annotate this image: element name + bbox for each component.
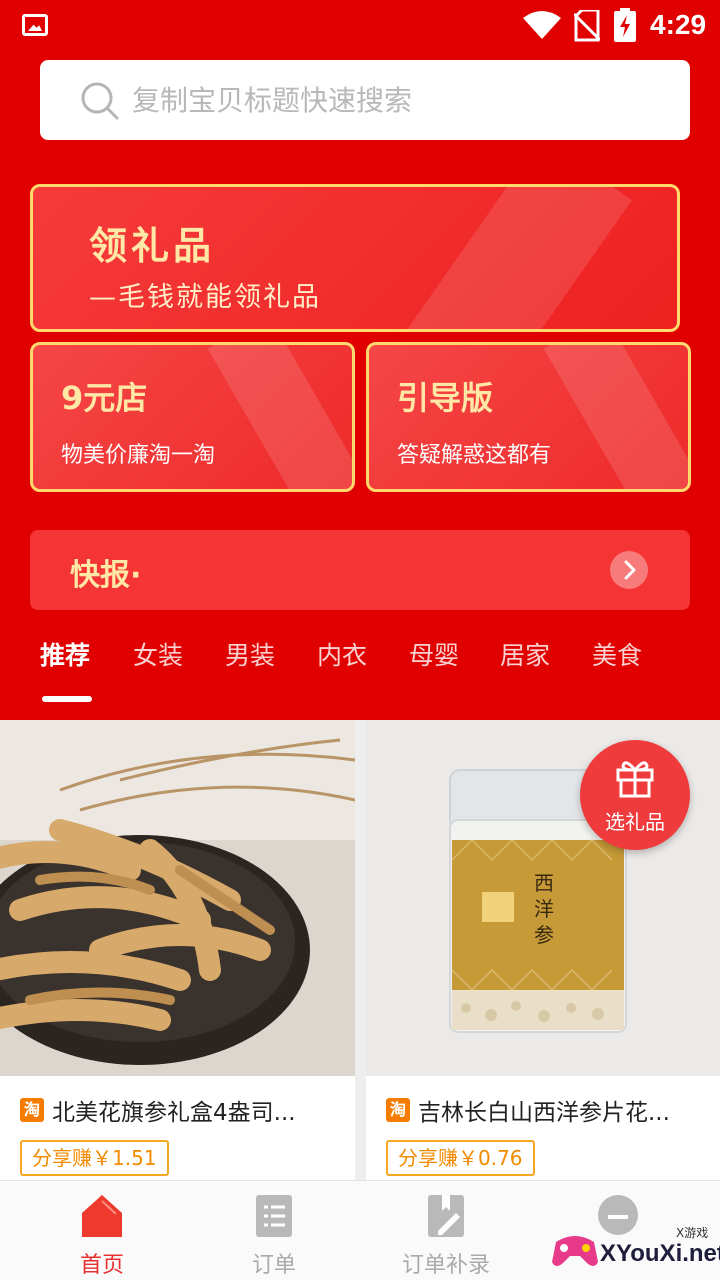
- edit-icon: [428, 1195, 464, 1237]
- status-bar: 4:29: [0, 0, 720, 52]
- gift-banner[interactable]: 领礼品 —毛钱就能领礼品: [30, 184, 680, 332]
- nav-orders-label: 订单: [251, 1253, 296, 1278]
- search-input[interactable]: [132, 74, 662, 126]
- tab-baby[interactable]: 母婴: [409, 636, 459, 672]
- nav-order-supplement-label: 订单补录: [401, 1253, 490, 1278]
- guide-card[interactable]: 引导版 答疑解惑这都有: [366, 342, 691, 492]
- wifi-icon: [523, 11, 561, 39]
- gift-banner-title: 领礼品: [89, 224, 216, 268]
- chevron-right-icon: [624, 560, 636, 580]
- battery-charging-icon: [614, 8, 636, 42]
- watermark-small-text: X游戏: [676, 1226, 709, 1240]
- product-name-row: 淘 吉林长白山西洋参片花...: [386, 1092, 706, 1128]
- svg-text:西: 西: [534, 871, 554, 895]
- svg-text:洋: 洋: [534, 897, 554, 921]
- taobao-icon: 淘: [386, 1098, 410, 1122]
- card-title: 9元店: [61, 379, 148, 417]
- share-earn-badge[interactable]: 分享赚￥0.76: [386, 1140, 535, 1176]
- image-notification-icon: [22, 14, 48, 36]
- product-name[interactable]: 吉林长白山西洋参片花...: [418, 1093, 670, 1127]
- list-icon: [256, 1195, 292, 1237]
- watermark-logo: X游戏 XYouXi.net: [550, 1218, 720, 1280]
- select-gift-button[interactable]: 选礼品: [580, 740, 690, 850]
- nine-yuan-store-card[interactable]: 9元店 物美价廉淘一淘: [30, 342, 355, 492]
- no-sim-icon: [574, 10, 600, 42]
- gift-banner-subtitle: —毛钱就能领礼品: [89, 282, 321, 313]
- tab-home[interactable]: 居家: [500, 636, 550, 672]
- share-earn-badge[interactable]: 分享赚￥1.51: [20, 1140, 169, 1176]
- tab-underwear[interactable]: 内衣: [317, 636, 367, 672]
- nav-order-supplement[interactable]: 订单补录: [376, 1181, 516, 1280]
- news-label: 快报·: [70, 558, 142, 593]
- nav-home-label: 首页: [79, 1253, 124, 1278]
- card-sheen: [543, 345, 688, 489]
- tab-women[interactable]: 女装: [133, 636, 183, 672]
- gamepad-icon: [552, 1236, 598, 1266]
- news-bar[interactable]: 快报·: [30, 530, 690, 610]
- card-sheen: [207, 345, 352, 489]
- clock: 4:29: [650, 9, 707, 40]
- tab-recommend[interactable]: 推荐: [40, 636, 90, 672]
- banner-sheen: [404, 187, 632, 329]
- search-box[interactable]: [40, 60, 690, 140]
- product-card[interactable]: 淘 北美花旗参礼盒4盎司... 分享赚￥1.51: [0, 720, 355, 1180]
- card-subtitle: 物美价廉淘一淘: [61, 443, 216, 468]
- search-icon: [81, 82, 119, 120]
- gift-icon: [616, 761, 654, 798]
- news-more-button[interactable]: [610, 551, 648, 589]
- home-icon: [82, 1195, 122, 1237]
- svg-text:参: 参: [534, 923, 554, 947]
- watermark-text: XYouXi.net: [600, 1240, 720, 1267]
- tab-food[interactable]: 美食: [592, 636, 642, 672]
- nav-orders[interactable]: 订单: [204, 1181, 344, 1280]
- tab-indicator: [42, 696, 92, 702]
- taobao-icon: 淘: [20, 1098, 44, 1122]
- product-image-ginseng-roots[interactable]: [0, 720, 355, 1076]
- card-title: 引导版: [397, 379, 494, 417]
- category-tabs: 推荐 女装 男装 内衣 母婴 居家 美食: [0, 630, 720, 710]
- card-subtitle: 答疑解惑这都有: [397, 443, 552, 468]
- select-gift-label: 选礼品: [605, 810, 665, 834]
- nav-home[interactable]: 首页: [32, 1181, 172, 1280]
- tab-men[interactable]: 男装: [225, 636, 275, 672]
- product-name[interactable]: 北美花旗参礼盒4盎司...: [52, 1093, 296, 1127]
- product-name-row: 淘 北美花旗参礼盒4盎司...: [20, 1092, 340, 1128]
